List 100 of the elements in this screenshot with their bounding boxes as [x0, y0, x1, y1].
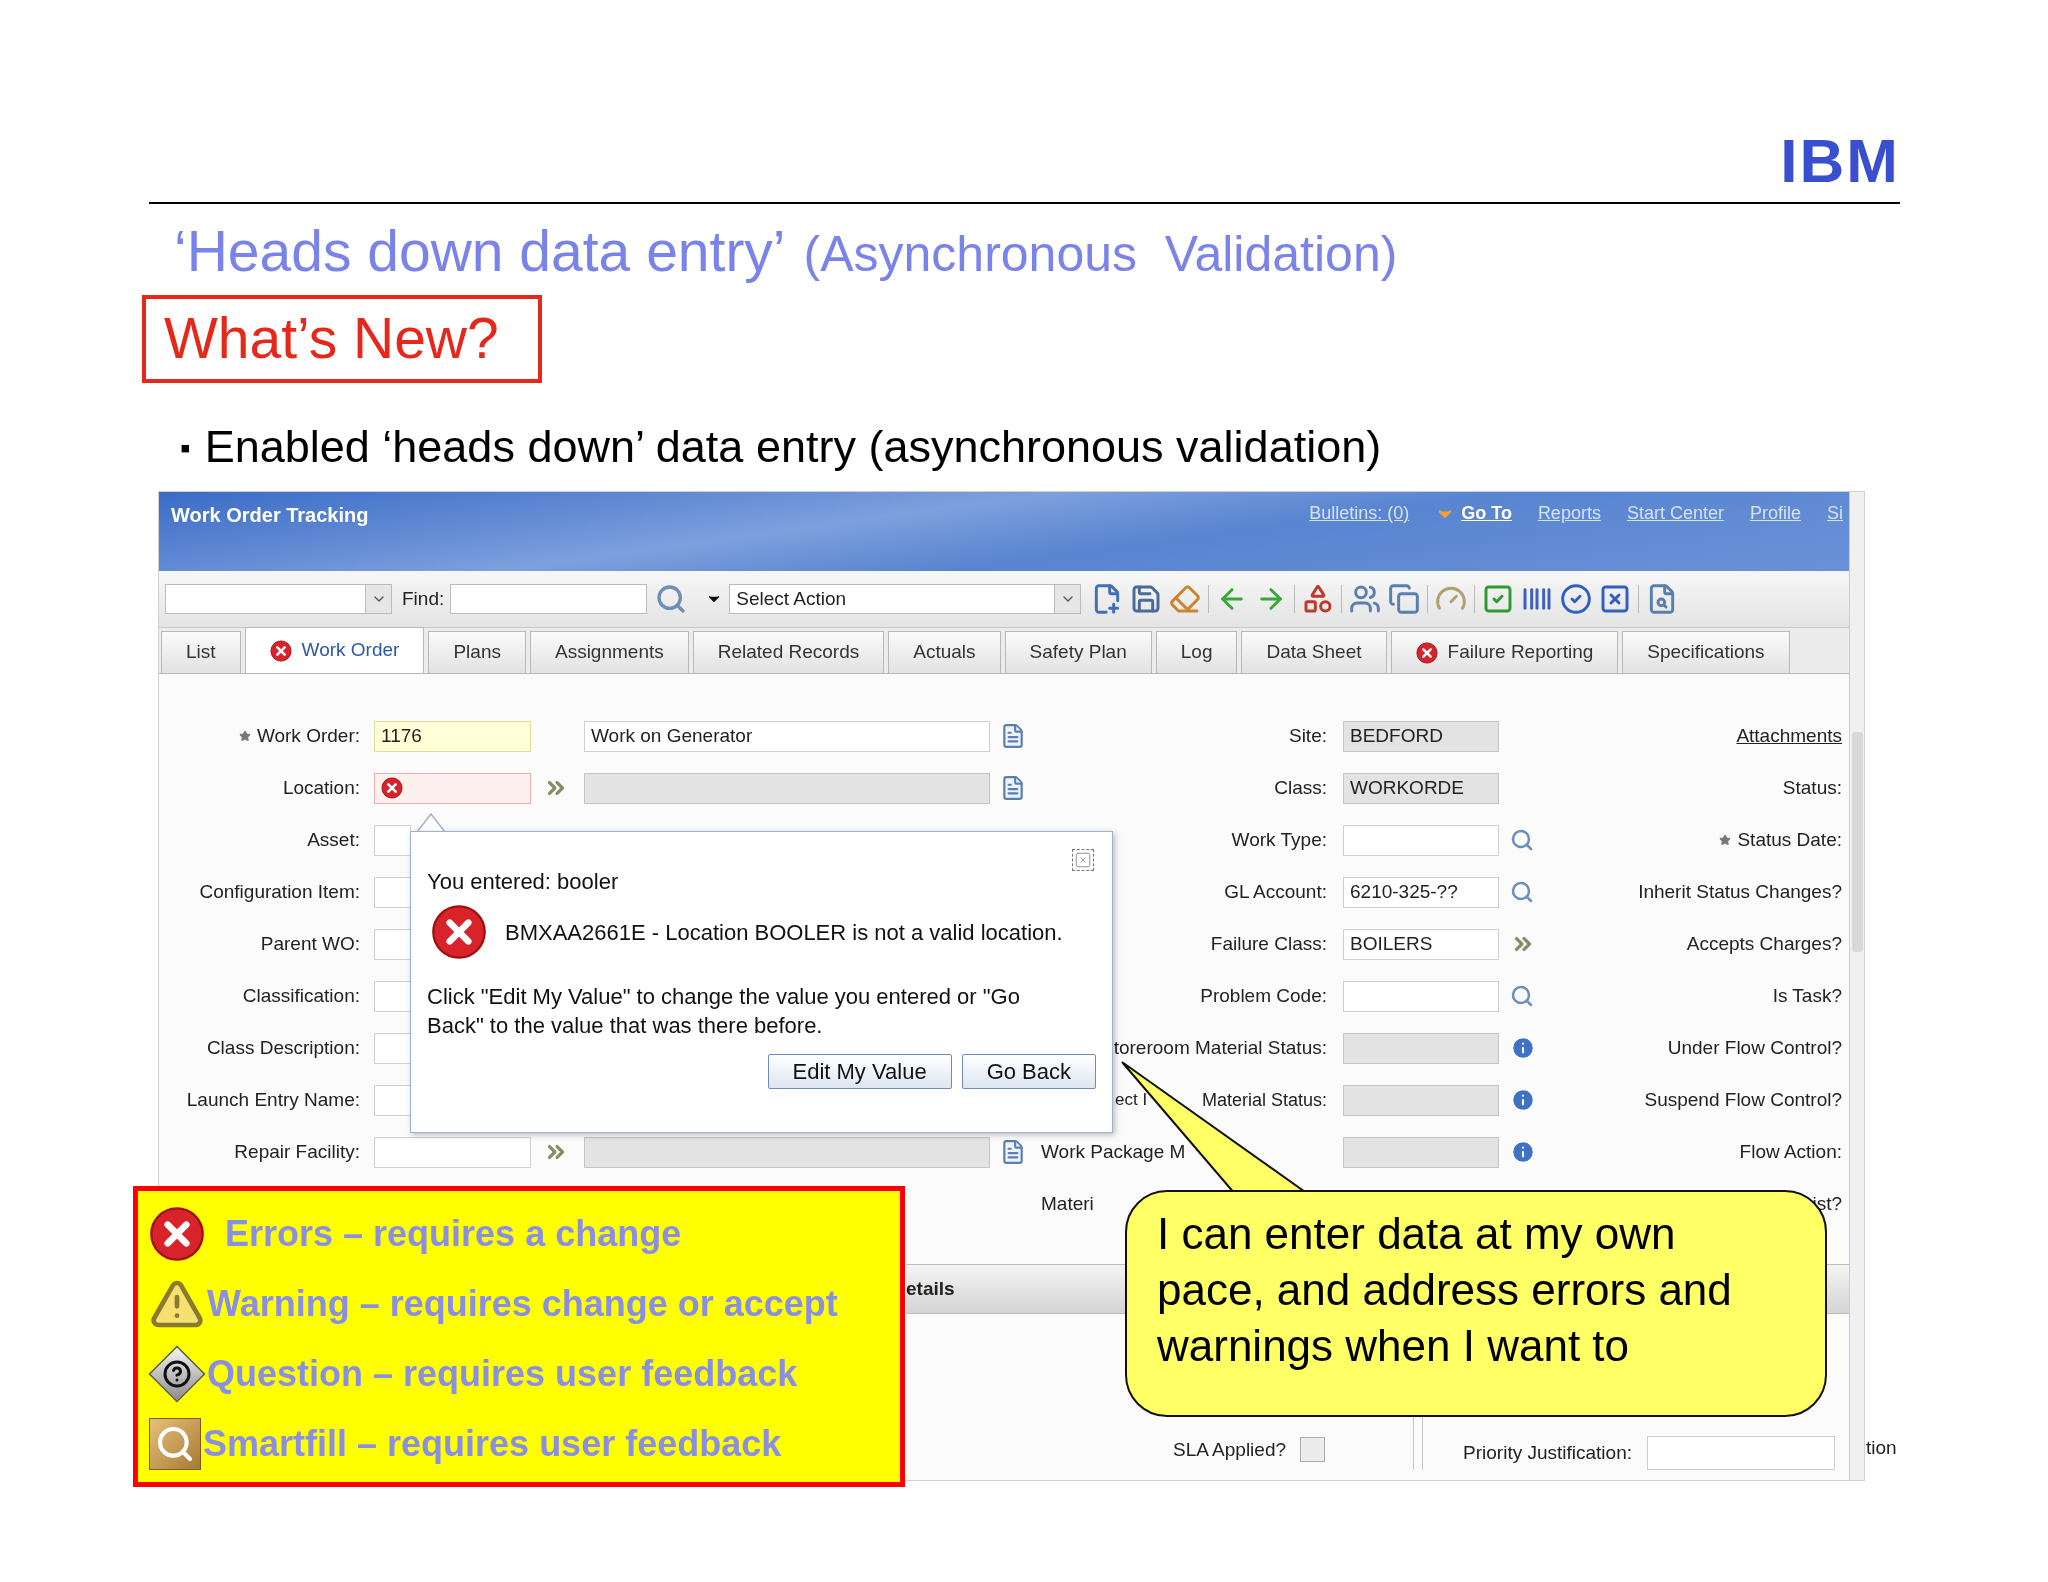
legend-text: Warning – requires change or accept — [207, 1282, 838, 1326]
dialog-text: Click "Edit My Value" to change the value you entered or "Go Back" to the value that was there before. — [427, 983, 1021, 1040]
input-field[interactable] — [584, 772, 990, 804]
field-label: Repair Facility: — [234, 1139, 360, 1164]
check-circle-icon[interactable] — [1560, 583, 1593, 615]
tab[interactable]: Plans — [428, 631, 526, 673]
eraser-icon[interactable] — [1169, 583, 1202, 615]
tab[interactable]: Data Sheet — [1241, 631, 1387, 673]
input-field[interactable] — [374, 1084, 411, 1116]
copy-icon[interactable] — [1388, 583, 1421, 615]
tab[interactable]: Failure Reporting — [1390, 631, 1619, 673]
field-label: SLA Applied? — [1173, 1437, 1287, 1462]
input-field[interactable]: WORKORDE — [1343, 772, 1499, 804]
field-label: Suspend Flow Control? — [1644, 1087, 1842, 1112]
input-field[interactable] — [374, 1136, 531, 1168]
action-select[interactable]: Select Action — [729, 584, 1082, 614]
tab[interactable]: Work Order — [244, 627, 425, 673]
document-icon[interactable] — [1000, 1139, 1026, 1165]
field-label: ect I — [1115, 1089, 1148, 1112]
attachments-link[interactable]: Attachments — [1736, 721, 1842, 751]
input-field[interactable] — [374, 980, 411, 1012]
field-label: Classification: — [242, 983, 360, 1008]
input-field[interactable] — [1343, 824, 1499, 856]
ibm-logo: IBM — [1780, 130, 1900, 192]
find-label: Find: — [402, 586, 445, 611]
input-field[interactable] — [1343, 1136, 1499, 1168]
field-label: Work Type: — [1231, 827, 1327, 852]
field-label: Is Task? — [1772, 983, 1842, 1008]
input-field[interactable]: 1176 — [374, 720, 531, 752]
whats-new-box: What’s New? — [142, 295, 542, 383]
dialog-button[interactable]: Go Back — [961, 1054, 1096, 1089]
search-icon[interactable] — [1510, 880, 1534, 904]
field-label: Priority Justification: — [1463, 1440, 1632, 1465]
document-icon[interactable] — [1000, 723, 1026, 749]
error-icon — [1415, 641, 1438, 664]
tab[interactable]: Log — [1155, 631, 1238, 673]
field-label: Class Description: — [206, 1035, 360, 1060]
tab[interactable]: List — [161, 631, 241, 673]
field-label: Location: — [282, 775, 360, 800]
search-icon[interactable] — [655, 583, 688, 615]
tab[interactable]: Assignments — [529, 631, 689, 673]
magnifier-icon — [149, 1418, 201, 1470]
field-label: Work Order: — [256, 723, 360, 748]
dialog-text: You entered: booler — [427, 868, 620, 896]
query-select[interactable] — [165, 584, 392, 614]
error-icon — [381, 777, 403, 799]
input-field[interactable] — [1343, 980, 1499, 1012]
info-icon[interactable] — [1510, 1035, 1536, 1061]
slide-title: ‘Heads down data entry’ — [174, 218, 786, 284]
tab[interactable]: Specifications — [1622, 631, 1790, 673]
checkbox[interactable] — [1300, 1437, 1326, 1463]
input-field[interactable] — [374, 876, 411, 908]
field-label: Inherit Status Changes? — [1638, 879, 1842, 904]
error-message: BMXAA2661E - Location BOOLER is not a valid location. — [505, 918, 1063, 947]
find-field[interactable] — [450, 584, 648, 614]
legend-text: Errors – requires a change — [225, 1212, 682, 1256]
input-field[interactable] — [374, 1032, 411, 1064]
field-label: Site: — [1288, 723, 1327, 748]
field-label: Material Status: — [1201, 1088, 1327, 1112]
error-icon — [431, 904, 487, 960]
input-field[interactable] — [1343, 1032, 1499, 1064]
input-field[interactable] — [584, 1136, 990, 1168]
field-label: toreroom Material Status: — [1113, 1035, 1327, 1060]
tab[interactable]: Actuals — [888, 631, 1001, 673]
tab[interactable]: Safety Plan — [1004, 631, 1152, 673]
field-label: Status: — [1782, 775, 1842, 800]
field-label: Configuration Item: — [199, 879, 360, 904]
input-field[interactable] — [374, 824, 411, 856]
input-field[interactable] — [1343, 1084, 1499, 1116]
search-icon[interactable] — [1510, 984, 1534, 1008]
input-field[interactable]: Work on Generator — [584, 720, 990, 752]
dialog-button[interactable]: Edit My Value — [767, 1054, 952, 1089]
input-field[interactable] — [1647, 1436, 1835, 1470]
search-icon[interactable] — [1510, 828, 1534, 852]
input-field[interactable]: BEDFORD — [1343, 720, 1499, 752]
info-icon[interactable] — [1510, 1087, 1536, 1113]
field-label: Status Date: — [1737, 827, 1842, 852]
close-icon[interactable] — [1072, 849, 1094, 871]
field-label: Accepts Charges? — [1686, 931, 1842, 956]
field-label: GL Account: — [1224, 879, 1327, 904]
field-label: Flow Action: — [1739, 1139, 1842, 1164]
field-label: Work Package M — [1041, 1139, 1186, 1164]
users-icon[interactable] — [1349, 583, 1382, 615]
info-icon[interactable] — [1510, 1139, 1536, 1165]
field-label: Failure Class: — [1210, 931, 1327, 956]
tab[interactable]: Related Records — [692, 631, 885, 673]
error-icon — [149, 1206, 205, 1262]
app-title: Work Order Tracking — [171, 503, 369, 528]
legend-text: Question – requires user feedback — [207, 1352, 798, 1396]
slide-subtitle: (Asynchronous Validation) — [803, 225, 1398, 284]
go-to-menu[interactable]: Go To — [1435, 500, 1512, 527]
input-field[interactable]: BOILERS — [1343, 928, 1499, 960]
input-field[interactable]: 6210-325-?? — [1343, 876, 1499, 908]
input-field[interactable] — [374, 772, 531, 804]
input-field[interactable] — [374, 928, 411, 960]
legend-text: Smartfill – requires user feedback — [203, 1422, 782, 1466]
field-label: Class: — [1274, 775, 1327, 800]
document-icon[interactable] — [1000, 775, 1026, 801]
bullet-marker: ▪ — [180, 429, 191, 466]
field-label: Problem Code: — [1200, 983, 1327, 1008]
